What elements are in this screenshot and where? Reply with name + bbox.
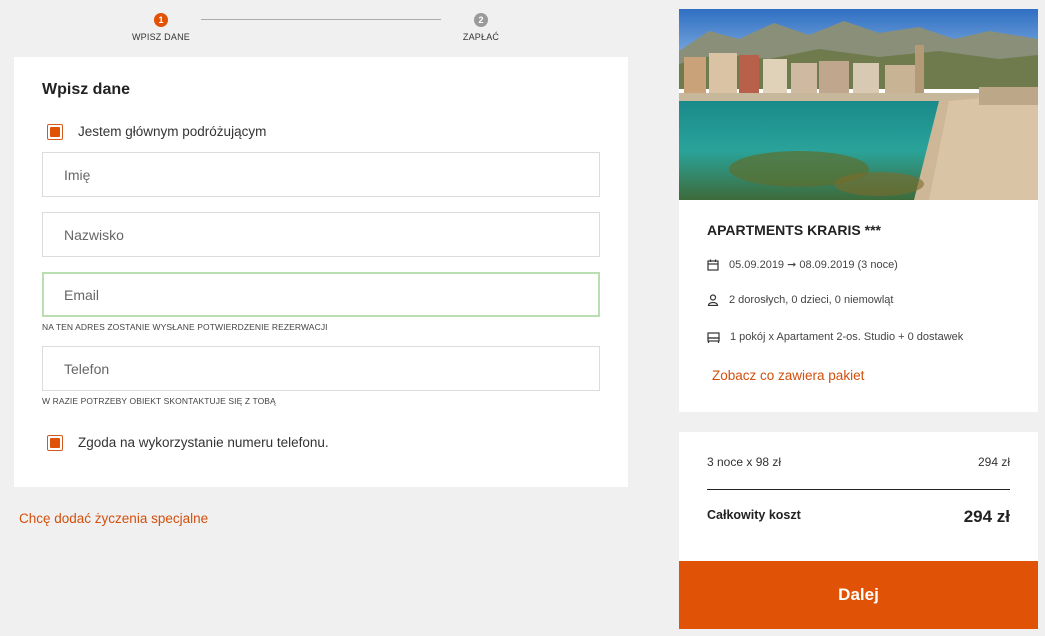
- person-icon: [707, 294, 719, 306]
- price-line-label: 3 noce x 98 zł: [707, 455, 782, 469]
- total-cost-value: 294 zł: [963, 507, 1010, 526]
- main-traveler-checkbox[interactable]: [47, 124, 63, 140]
- step-label: WPISZ DANE: [131, 32, 190, 42]
- total-cost-label: Całkowity koszt: [707, 508, 801, 522]
- guests-count: 2 dorosłych, 0 dzieci, 0 niemowląt: [729, 294, 894, 306]
- email-hint: NA TEN ADRES ZOSTANIE WYSŁANE POTWIERDZE…: [42, 322, 328, 332]
- room-details: 1 pokój x Apartament 2-os. Studio + 0 do…: [730, 331, 964, 343]
- step-enter-data: 1 WPISZ DANE: [101, 13, 221, 42]
- hotel-name: APARTMENTS KRARIS ***: [707, 222, 881, 238]
- hotel-photo: [679, 9, 1038, 200]
- step-number: 2: [474, 13, 488, 27]
- first-name-input[interactable]: [42, 152, 600, 197]
- phone-hint: W RAZIE POTRZEBY OBIEKT SKONTAKTUJE SIĘ …: [42, 396, 276, 406]
- step-label: ZAPŁAĆ: [462, 32, 500, 42]
- package-details-link[interactable]: Zobacz co zawiera pakiet: [712, 368, 864, 383]
- price-line: 3 noce x 98 zł 294 zł: [707, 455, 1010, 469]
- guests-row: 2 dorosłych, 0 dzieci, 0 niemowląt: [707, 294, 893, 306]
- checkout-stepper: 1 WPISZ DANE 2 ZAPŁAĆ: [0, 0, 640, 56]
- step-number: 1: [154, 13, 168, 27]
- special-requests-link[interactable]: Chcę dodać życzenia specjalne: [19, 511, 208, 526]
- next-button[interactable]: Dalej: [679, 561, 1038, 629]
- step-pay: 2 ZAPŁAĆ: [421, 13, 541, 42]
- main-traveler-label: Jestem głównym podróżującym: [78, 124, 267, 139]
- bed-icon: [707, 332, 720, 343]
- calendar-icon: [707, 259, 719, 271]
- price-line-value: 294 zł: [977, 455, 1010, 469]
- phone-input[interactable]: [42, 346, 600, 391]
- stepper-line: [201, 19, 441, 20]
- stay-dates: 05.09.2019 ➞ 08.09.2019 (3 noce): [729, 259, 898, 271]
- price-divider: [707, 489, 1010, 490]
- traveler-form: Wpisz dane Jestem głównym podróżującym N…: [14, 57, 628, 487]
- stay-dates-row: 05.09.2019 ➞ 08.09.2019 (3 noce): [707, 258, 898, 271]
- rooms-row: 1 pokój x Apartament 2-os. Studio + 0 do…: [707, 331, 963, 343]
- price-summary-card: 3 noce x 98 zł 294 zł Całkowity koszt 29…: [679, 432, 1038, 562]
- email-input[interactable]: [42, 272, 600, 317]
- last-name-input[interactable]: [42, 212, 600, 257]
- phone-consent-label: Zgoda na wykorzystanie numeru telefonu.: [78, 435, 329, 450]
- hotel-summary-card: APARTMENTS KRARIS *** 05.09.2019 ➞ 08.09…: [679, 9, 1038, 412]
- form-title: Wpisz dane: [42, 81, 131, 98]
- phone-consent-checkbox[interactable]: [47, 435, 63, 451]
